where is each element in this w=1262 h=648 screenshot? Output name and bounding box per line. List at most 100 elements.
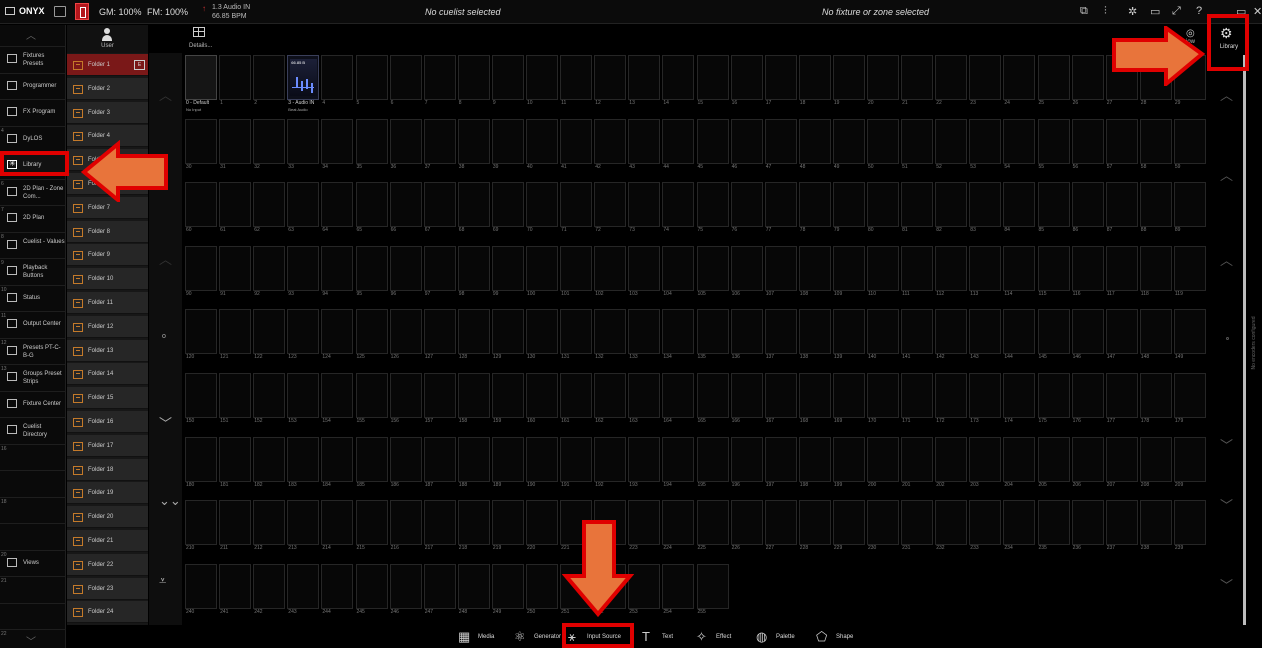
library-cell[interactable] bbox=[491, 309, 524, 355]
library-cell[interactable] bbox=[355, 245, 388, 291]
library-cell[interactable] bbox=[832, 118, 865, 164]
library-cell[interactable] bbox=[798, 55, 831, 100]
details-button[interactable]: Details... bbox=[189, 27, 219, 53]
library-cell[interactable] bbox=[253, 182, 286, 228]
library-cell[interactable] bbox=[560, 309, 593, 355]
library-cell[interactable] bbox=[730, 309, 763, 355]
library-cell[interactable] bbox=[832, 436, 865, 482]
library-cell[interactable] bbox=[935, 309, 968, 355]
library-cell[interactable] bbox=[321, 309, 354, 355]
library-cell[interactable] bbox=[867, 436, 899, 482]
library-cell[interactable] bbox=[1003, 500, 1036, 546]
library-cell[interactable] bbox=[1037, 245, 1070, 291]
library-cell[interactable] bbox=[1139, 309, 1172, 355]
close-icon[interactable]: ✕ bbox=[1253, 5, 1262, 18]
sidebar-item-presets-pt-c-b-g[interactable]: 12 Presets PT-C-B-G bbox=[0, 337, 66, 362]
library-cell[interactable] bbox=[423, 563, 456, 609]
library-cell[interactable] bbox=[730, 373, 763, 418]
library-cell[interactable] bbox=[696, 500, 729, 546]
library-cell[interactable] bbox=[1173, 245, 1206, 291]
library-cell[interactable] bbox=[662, 373, 695, 418]
library-cell[interactable] bbox=[1037, 55, 1070, 100]
sidebar-item-playback-buttons[interactable]: 9 Playback Buttons bbox=[0, 258, 66, 282]
library-cell[interactable] bbox=[389, 436, 422, 482]
library-cell[interactable] bbox=[389, 563, 422, 609]
settings-icon[interactable]: ✲ bbox=[1128, 5, 1137, 18]
library-cell[interactable] bbox=[457, 309, 490, 355]
library-cell[interactable] bbox=[491, 563, 524, 609]
library-cell[interactable] bbox=[355, 500, 388, 546]
library-cell[interactable] bbox=[867, 373, 899, 418]
library-cell[interactable] bbox=[594, 55, 627, 100]
library-cell[interactable] bbox=[798, 373, 831, 418]
folder-item[interactable]: Folder 11 bbox=[67, 292, 148, 314]
library-cell[interactable] bbox=[457, 118, 490, 164]
library-cell[interactable] bbox=[730, 182, 763, 228]
library-cell[interactable] bbox=[764, 55, 797, 100]
library-cell[interactable] bbox=[594, 182, 627, 228]
chevron-up-icon[interactable]: ︿ bbox=[1220, 165, 1233, 184]
library-cell[interactable] bbox=[901, 245, 934, 291]
library-cell[interactable] bbox=[1105, 245, 1138, 291]
library-cell[interactable] bbox=[423, 373, 456, 418]
library-cell[interactable] bbox=[560, 118, 593, 164]
library-cell[interactable] bbox=[185, 118, 217, 164]
library-cell[interactable] bbox=[219, 245, 252, 291]
library-cell[interactable] bbox=[1139, 182, 1172, 228]
library-cell[interactable] bbox=[696, 563, 729, 609]
library-cell[interactable] bbox=[389, 373, 422, 418]
library-cell[interactable] bbox=[1003, 118, 1036, 164]
chevron-down-icon[interactable]: ﹀ bbox=[1220, 495, 1233, 514]
library-cell[interactable] bbox=[526, 309, 558, 355]
library-cell[interactable] bbox=[901, 182, 934, 228]
library-cell[interactable] bbox=[287, 436, 320, 482]
library-cell[interactable] bbox=[253, 309, 286, 355]
chevron-up-icon[interactable]: ︿ bbox=[159, 85, 172, 104]
library-cell[interactable] bbox=[867, 55, 899, 100]
app-logo[interactable]: ONYX bbox=[5, 6, 45, 16]
library-cell[interactable] bbox=[764, 118, 797, 164]
library-cell[interactable] bbox=[526, 55, 558, 100]
library-cell[interactable] bbox=[764, 182, 797, 228]
library-cell[interactable] bbox=[457, 563, 490, 609]
library-cell[interactable] bbox=[662, 55, 695, 100]
folder-item[interactable]: Folder 19 bbox=[67, 482, 148, 505]
library-cell[interactable] bbox=[185, 563, 217, 609]
sidebar-item-dylos[interactable]: 4 DyLOS bbox=[0, 125, 66, 150]
sidebar-item-cuelist-directory[interactable]: Cuelist Directory bbox=[0, 417, 66, 441]
library-cell[interactable] bbox=[764, 436, 797, 482]
library-cell[interactable] bbox=[969, 118, 1002, 164]
library-cell[interactable] bbox=[287, 500, 320, 546]
library-cell[interactable] bbox=[526, 373, 558, 418]
help-icon[interactable]: ? bbox=[1196, 5, 1202, 17]
library-cell[interactable] bbox=[1105, 436, 1138, 482]
library-cell[interactable] bbox=[423, 182, 456, 228]
library-cell[interactable] bbox=[1037, 118, 1070, 164]
library-cell[interactable] bbox=[901, 118, 934, 164]
library-cell[interactable] bbox=[935, 118, 968, 164]
folder-item[interactable]: Folder 23 bbox=[67, 577, 148, 600]
library-cell[interactable] bbox=[423, 55, 456, 100]
library-cell[interactable] bbox=[662, 182, 695, 228]
library-cell[interactable] bbox=[798, 245, 831, 291]
library-cell[interactable] bbox=[185, 500, 217, 546]
library-cell[interactable] bbox=[1037, 500, 1070, 546]
library-cell[interactable] bbox=[355, 55, 388, 100]
library-cell[interactable] bbox=[901, 373, 934, 418]
library-cell[interactable] bbox=[219, 563, 252, 609]
library-cell[interactable] bbox=[935, 500, 968, 546]
library-cell[interactable] bbox=[219, 55, 252, 100]
sidebar-item-fixture-center[interactable]: Fixture Center bbox=[0, 390, 66, 415]
library-cell[interactable] bbox=[491, 500, 524, 546]
library-cell[interactable] bbox=[1173, 436, 1206, 482]
library-cell[interactable] bbox=[867, 182, 899, 228]
folder-item[interactable]: Folder 3 bbox=[67, 101, 148, 124]
folder-edit-button[interactable]: E bbox=[134, 60, 145, 70]
scroll-bottom-icon[interactable]: ⩡ bbox=[159, 573, 166, 589]
library-cell[interactable] bbox=[1105, 182, 1138, 228]
library-cell[interactable] bbox=[560, 55, 593, 100]
sidebar-item-empty[interactable]: 16 bbox=[0, 443, 66, 468]
library-cell[interactable] bbox=[253, 118, 286, 164]
library-cell[interactable] bbox=[1105, 373, 1138, 418]
library-cell[interactable] bbox=[219, 182, 252, 228]
